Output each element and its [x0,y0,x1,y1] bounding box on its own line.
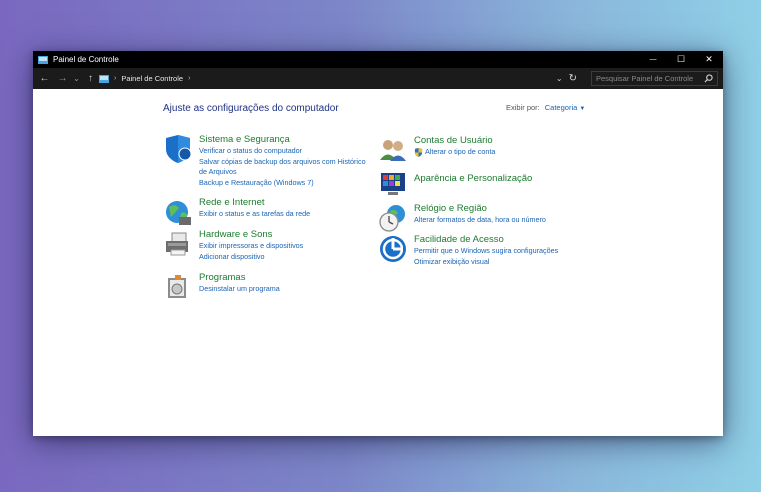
close-button[interactable]: ✕ [695,51,723,68]
close-icon: ✕ [705,54,713,64]
search-placeholder: Pesquisar Painel de Controle [596,74,694,83]
category-title[interactable]: Relógio e Região [414,203,546,215]
control-panel-icon [99,74,109,83]
content-area: Ajuste as configurações do computador Ex… [33,89,723,436]
view-by-value: Categoria [544,103,578,112]
clock-globe-icon[interactable] [378,203,408,233]
back-arrow-icon: ← [39,73,50,84]
page-title: Ajuste as configurações do computador [163,103,339,114]
appearance-monitor-icon[interactable] [378,169,408,199]
programs-icon[interactable] [163,272,193,302]
breadcrumb[interactable]: Painel de Controle [121,74,183,83]
category-title[interactable]: Facilidade de Acesso [414,234,558,246]
uac-shield-icon [414,147,423,157]
dropdown-arrow-icon: ▼ [579,106,586,112]
chevron-right-icon[interactable]: › [114,75,116,82]
link-windows-suggest[interactable]: Permitir que o Windows sugira configuraç… [414,246,558,257]
link-change-account-type[interactable]: Alterar o tipo de conta [425,147,495,158]
link-optimize-visual[interactable]: Otimizar exibição visual [414,257,558,268]
link-network-status[interactable]: Exibir o status e as tarefas da rede [199,209,310,220]
category-title[interactable]: Aparência e Personalização [414,173,532,185]
window-title: Painel de Controle [53,55,119,64]
category-programs: Programas Desinstalar um programa [163,272,280,302]
link-check-status[interactable]: Verificar o status do computador [199,146,366,157]
view-by-label: Exibir por: [506,103,540,112]
search-field[interactable]: Pesquisar Painel de Controle [591,71,718,86]
category-user-accounts: Contas de Usuário Alterar o tipo de cont… [378,135,495,165]
printer-icon[interactable] [163,229,193,259]
users-icon[interactable] [378,135,408,165]
chevron-right-icon[interactable]: › [188,75,190,82]
link-devices-printers[interactable]: Exibir impressoras e dispositivos [199,241,303,252]
category-appearance: Aparência e Personalização [378,169,532,199]
address-bar[interactable]: › Painel de Controle › [96,71,588,86]
category-title[interactable]: Rede e Internet [199,197,310,209]
shield-icon[interactable] [163,134,193,164]
link-add-device[interactable]: Adicionar dispositivo [199,252,303,263]
control-panel-window: Painel de Controle — ☐ ✕ ← → ⌄ ↑ › Paine… [33,51,723,436]
refresh-icon[interactable]: ↻ [569,73,577,84]
category-clock-region: Relógio e Região Alterar formatos de dat… [378,203,546,233]
minimize-button[interactable]: — [639,51,667,68]
control-panel-icon [38,55,48,64]
up-arrow-icon: ↑ [88,73,93,84]
forward-button[interactable]: → [56,71,69,86]
category-network-internet: Rede e Internet Exibir o status e as tar… [163,197,310,227]
network-globe-icon[interactable] [163,197,193,227]
view-by: Exibir por: Categoria ▼ [506,103,585,112]
category-title[interactable]: Programas [199,272,280,284]
link-file-history-cont[interactable]: de Arquivos [199,167,366,178]
link-uninstall-program[interactable]: Desinstalar um programa [199,284,280,295]
address-dropdown-icon[interactable]: ⌄ [556,74,563,83]
recent-locations-button[interactable]: ⌄ [70,71,83,86]
forward-arrow-icon: → [57,73,68,84]
back-button[interactable]: ← [38,71,51,86]
minimize-icon: — [649,56,657,63]
category-ease-of-access: Facilidade de Acesso Permitir que o Wind… [378,234,558,267]
link-backup-restore[interactable]: Backup e Restauração (Windows 7) [199,178,366,189]
search-icon[interactable] [704,74,713,83]
link-file-history[interactable]: Salvar cópias de backup dos arquivos com… [199,157,366,168]
title-bar[interactable]: Painel de Controle — ☐ ✕ [33,51,723,68]
maximize-icon: ☐ [676,54,686,64]
view-by-dropdown[interactable]: Categoria ▼ [545,103,586,112]
category-title[interactable]: Contas de Usuário [414,135,495,147]
category-title[interactable]: Sistema e Segurança [199,134,366,146]
category-hardware-sound: Hardware e Sons Exibir impressoras e dis… [163,229,303,262]
ease-of-access-icon[interactable] [378,234,408,264]
navigation-bar: ← → ⌄ ↑ › Painel de Controle › ⌄ ↻ Pesqu… [33,68,723,89]
chevron-down-icon: ⌄ [73,74,80,83]
category-title[interactable]: Hardware e Sons [199,229,303,241]
maximize-button[interactable]: ☐ [667,51,695,68]
category-system-security: Sistema e Segurança Verificar o status d… [163,134,366,188]
link-date-time-format[interactable]: Alterar formatos de data, hora ou número [414,215,546,226]
